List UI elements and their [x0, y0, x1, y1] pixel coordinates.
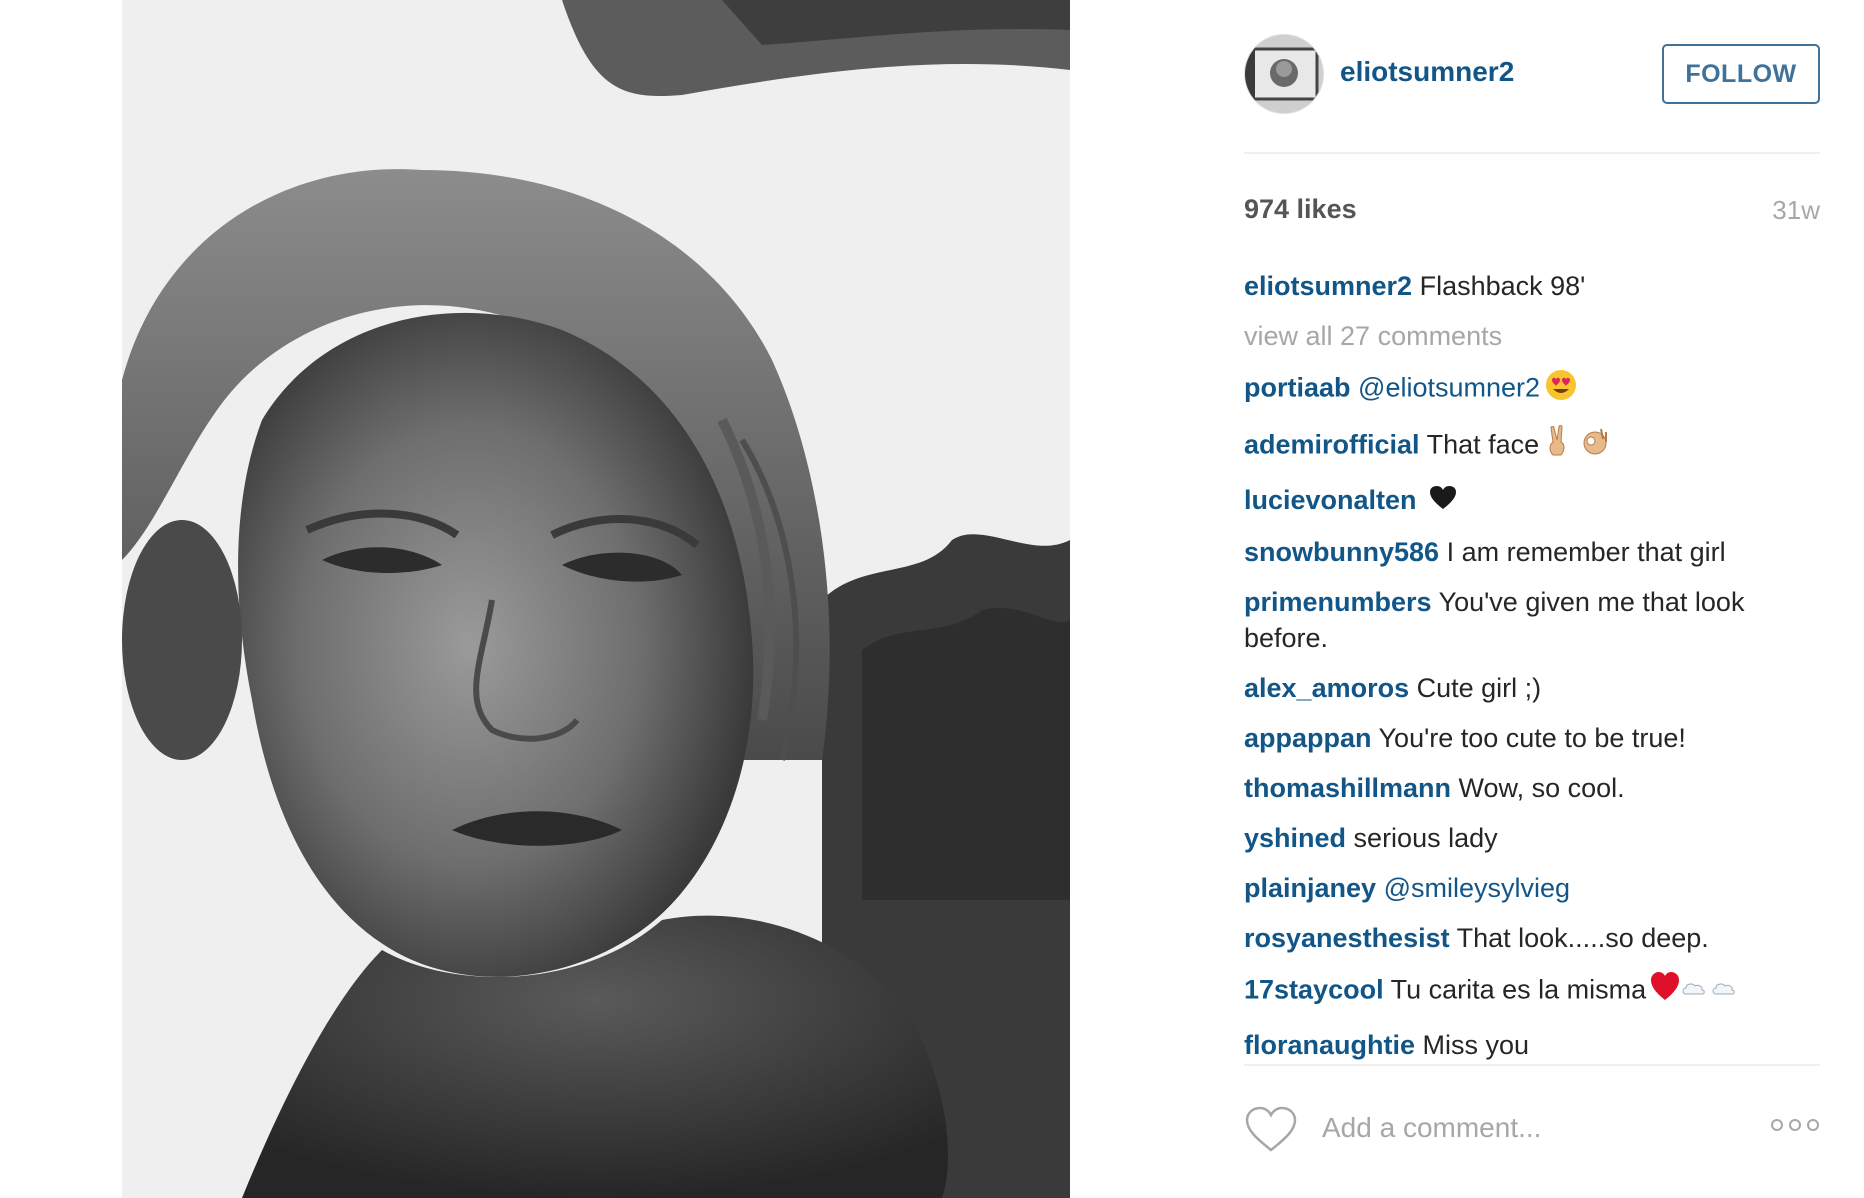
post-page: eliotsumner2 FOLLOW 974 likes 31w eliots…: [0, 0, 1864, 1198]
post-header: eliotsumner2 FOLLOW: [1244, 34, 1820, 114]
victory-ok-emoji-icon: [1543, 425, 1613, 468]
photo-image: [122, 0, 1070, 1198]
comment-text: That look.....so deep.: [1456, 922, 1709, 953]
avatar[interactable]: [1244, 34, 1324, 114]
post-sidebar: eliotsumner2 FOLLOW 974 likes 31w eliots…: [1244, 0, 1820, 1198]
comment-username[interactable]: rosyanesthesist: [1244, 923, 1450, 953]
header-divider: [1244, 152, 1820, 154]
post-photo[interactable]: [122, 0, 1070, 1198]
comments-list: eliotsumner2 Flashback 98' view all 27 c…: [1244, 268, 1820, 1068]
comment-username[interactable]: alex_amoros: [1244, 673, 1409, 703]
comment-item: appappan You're too cute to be true!: [1244, 720, 1820, 756]
black-heart-emoji-icon: [1428, 484, 1458, 520]
comment-text: Tu carita es la misma: [1390, 974, 1647, 1005]
comment-username[interactable]: floranaughtie: [1244, 1030, 1415, 1060]
comment-item: primenumbers You've given me that look b…: [1244, 584, 1820, 656]
comment-item: alex_amoros Cute girl ;): [1244, 670, 1820, 706]
red-heart-clouds-emoji-icon: [1650, 970, 1750, 1013]
comment-username[interactable]: 17staycool: [1244, 975, 1384, 1005]
post-footer: [1244, 1100, 1820, 1160]
comment-item: ademirofficial That face: [1244, 425, 1820, 468]
comment-username[interactable]: lucievonalten: [1244, 485, 1417, 515]
add-comment-input[interactable]: [1322, 1108, 1722, 1148]
heart-eyes-emoji-icon: [1544, 368, 1578, 411]
caption-username[interactable]: eliotsumner2: [1244, 271, 1412, 301]
comment-item: lucievonalten: [1244, 482, 1820, 520]
comment-item: 17staycool Tu carita es la misma: [1244, 970, 1820, 1013]
likes-count[interactable]: 974 likes: [1244, 194, 1357, 225]
comment-rows: portiaab @eliotsumner2 ademirofficial Tha…: [1244, 368, 1820, 1063]
comment-text: Miss you: [1422, 1029, 1530, 1060]
comment-username[interactable]: primenumbers: [1244, 587, 1432, 617]
comment-item: thomashillmann Wow, so cool.: [1244, 770, 1820, 806]
caption: eliotsumner2 Flashback 98': [1244, 268, 1820, 304]
comment-item: plainjaney @smileysylvieg: [1244, 870, 1820, 906]
comment-text: serious lady: [1353, 822, 1498, 853]
comment-text: I am remember that girl: [1446, 536, 1726, 567]
comment-item: floranaughtie Miss you: [1244, 1027, 1820, 1063]
caption-text: Flashback 98': [1419, 271, 1586, 301]
comment-item: yshined serious lady: [1244, 820, 1820, 856]
comment-item: rosyanesthesist That look.....so deep.: [1244, 920, 1820, 956]
follow-button[interactable]: FOLLOW: [1662, 44, 1820, 104]
comment-username[interactable]: appappan: [1244, 723, 1372, 753]
heart-icon[interactable]: [1244, 1106, 1298, 1159]
comment-mention[interactable]: @smileysylvieg: [1384, 873, 1570, 903]
comment-mention[interactable]: @eliotsumner2: [1358, 373, 1540, 403]
footer-divider: [1244, 1064, 1820, 1066]
comment-text: Wow, so cool.: [1458, 772, 1625, 803]
comment-username[interactable]: ademirofficial: [1244, 430, 1420, 460]
comment-username[interactable]: portiaab: [1244, 373, 1351, 403]
comment-username[interactable]: yshined: [1244, 823, 1346, 853]
comment-item: portiaab @eliotsumner2: [1244, 368, 1820, 411]
comment-text: That face: [1426, 429, 1540, 460]
more-options-icon[interactable]: [1770, 1118, 1820, 1137]
avatar-image: [1245, 35, 1323, 113]
comment-username[interactable]: plainjaney: [1244, 873, 1376, 903]
view-all-comments-link[interactable]: view all 27 comments: [1244, 318, 1820, 354]
post-timestamp[interactable]: 31w: [1772, 195, 1820, 226]
comment-username[interactable]: thomashillmann: [1244, 773, 1451, 803]
comment-text: You're too cute to be true!: [1378, 722, 1686, 753]
header-username[interactable]: eliotsumner2: [1340, 56, 1514, 88]
comment-username[interactable]: snowbunny586: [1244, 537, 1439, 567]
comment-text: Cute girl ;): [1416, 672, 1542, 703]
comment-item: snowbunny586 I am remember that girl: [1244, 534, 1820, 570]
